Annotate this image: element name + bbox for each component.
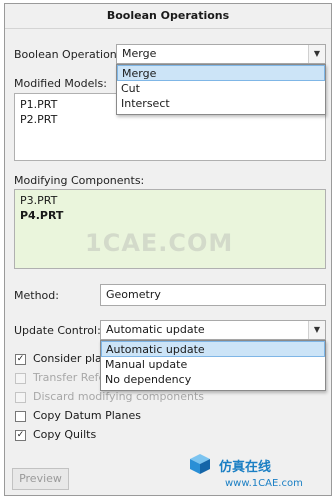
consider-placement-checkbox[interactable]: ✓ <box>15 354 26 365</box>
option-merge[interactable]: Merge <box>117 65 325 81</box>
preview-button[interactable]: Preview <box>12 468 69 490</box>
transfer-references-label: Transfer Refe <box>33 371 106 384</box>
method-select[interactable]: Geometry <box>100 284 326 306</box>
modifying-components-label: Modifying Components: <box>14 174 145 187</box>
boolean-operation-select[interactable]: Merge ▼ <box>116 44 326 64</box>
copy-quilts-label: Copy Quilts <box>33 428 97 441</box>
copy-quilts-checkbox[interactable]: ✓ <box>15 430 26 441</box>
option-automatic-update[interactable]: Automatic update <box>101 341 325 357</box>
update-control-value: Automatic update <box>106 323 205 336</box>
brand-cn-text: 仿真在线 <box>219 460 272 475</box>
option-manual-update[interactable]: Manual update <box>101 357 325 372</box>
update-control-select[interactable]: Automatic update ▼ <box>100 320 326 340</box>
boolean-operation-label: Boolean Operation: <box>14 48 121 61</box>
modified-models-label: Modified Models: <box>14 77 107 90</box>
transfer-references-checkbox[interactable] <box>15 373 26 384</box>
boolean-operation-dropdown: Merge Cut Intersect <box>116 64 326 115</box>
copy-datum-planes-checkbox[interactable] <box>15 411 26 422</box>
consider-placement-label: Consider plac <box>33 352 108 365</box>
list-item[interactable]: P4.PRT <box>15 208 325 223</box>
chevron-down-icon[interactable]: ▼ <box>308 45 325 63</box>
discard-modifying-components-label: Discard modifying components <box>33 390 204 403</box>
update-control-label: Update Control: <box>14 324 101 337</box>
cube-logo-icon <box>190 454 210 474</box>
discard-modifying-components-checkbox[interactable] <box>15 392 26 403</box>
method-value: Geometry <box>106 288 161 301</box>
boolean-operations-dialog: Boolean Operations Boolean Operation: Me… <box>4 3 332 496</box>
update-control-dropdown: Automatic update Manual update No depend… <box>100 340 326 391</box>
dialog-title: Boolean Operations <box>5 4 331 29</box>
brand-url: www.1CAE.com <box>225 478 303 489</box>
boolean-operation-value: Merge <box>122 47 157 60</box>
list-item[interactable]: P3.PRT <box>15 193 325 208</box>
chevron-down-icon[interactable]: ▼ <box>308 321 325 339</box>
method-label: Method: <box>14 289 59 302</box>
option-cut[interactable]: Cut <box>117 81 325 96</box>
watermark-text: 1CAE.COM <box>85 229 234 257</box>
copy-datum-planes-label: Copy Datum Planes <box>33 409 142 422</box>
option-no-dependency[interactable]: No dependency <box>101 372 325 387</box>
option-intersect[interactable]: Intersect <box>117 96 325 111</box>
